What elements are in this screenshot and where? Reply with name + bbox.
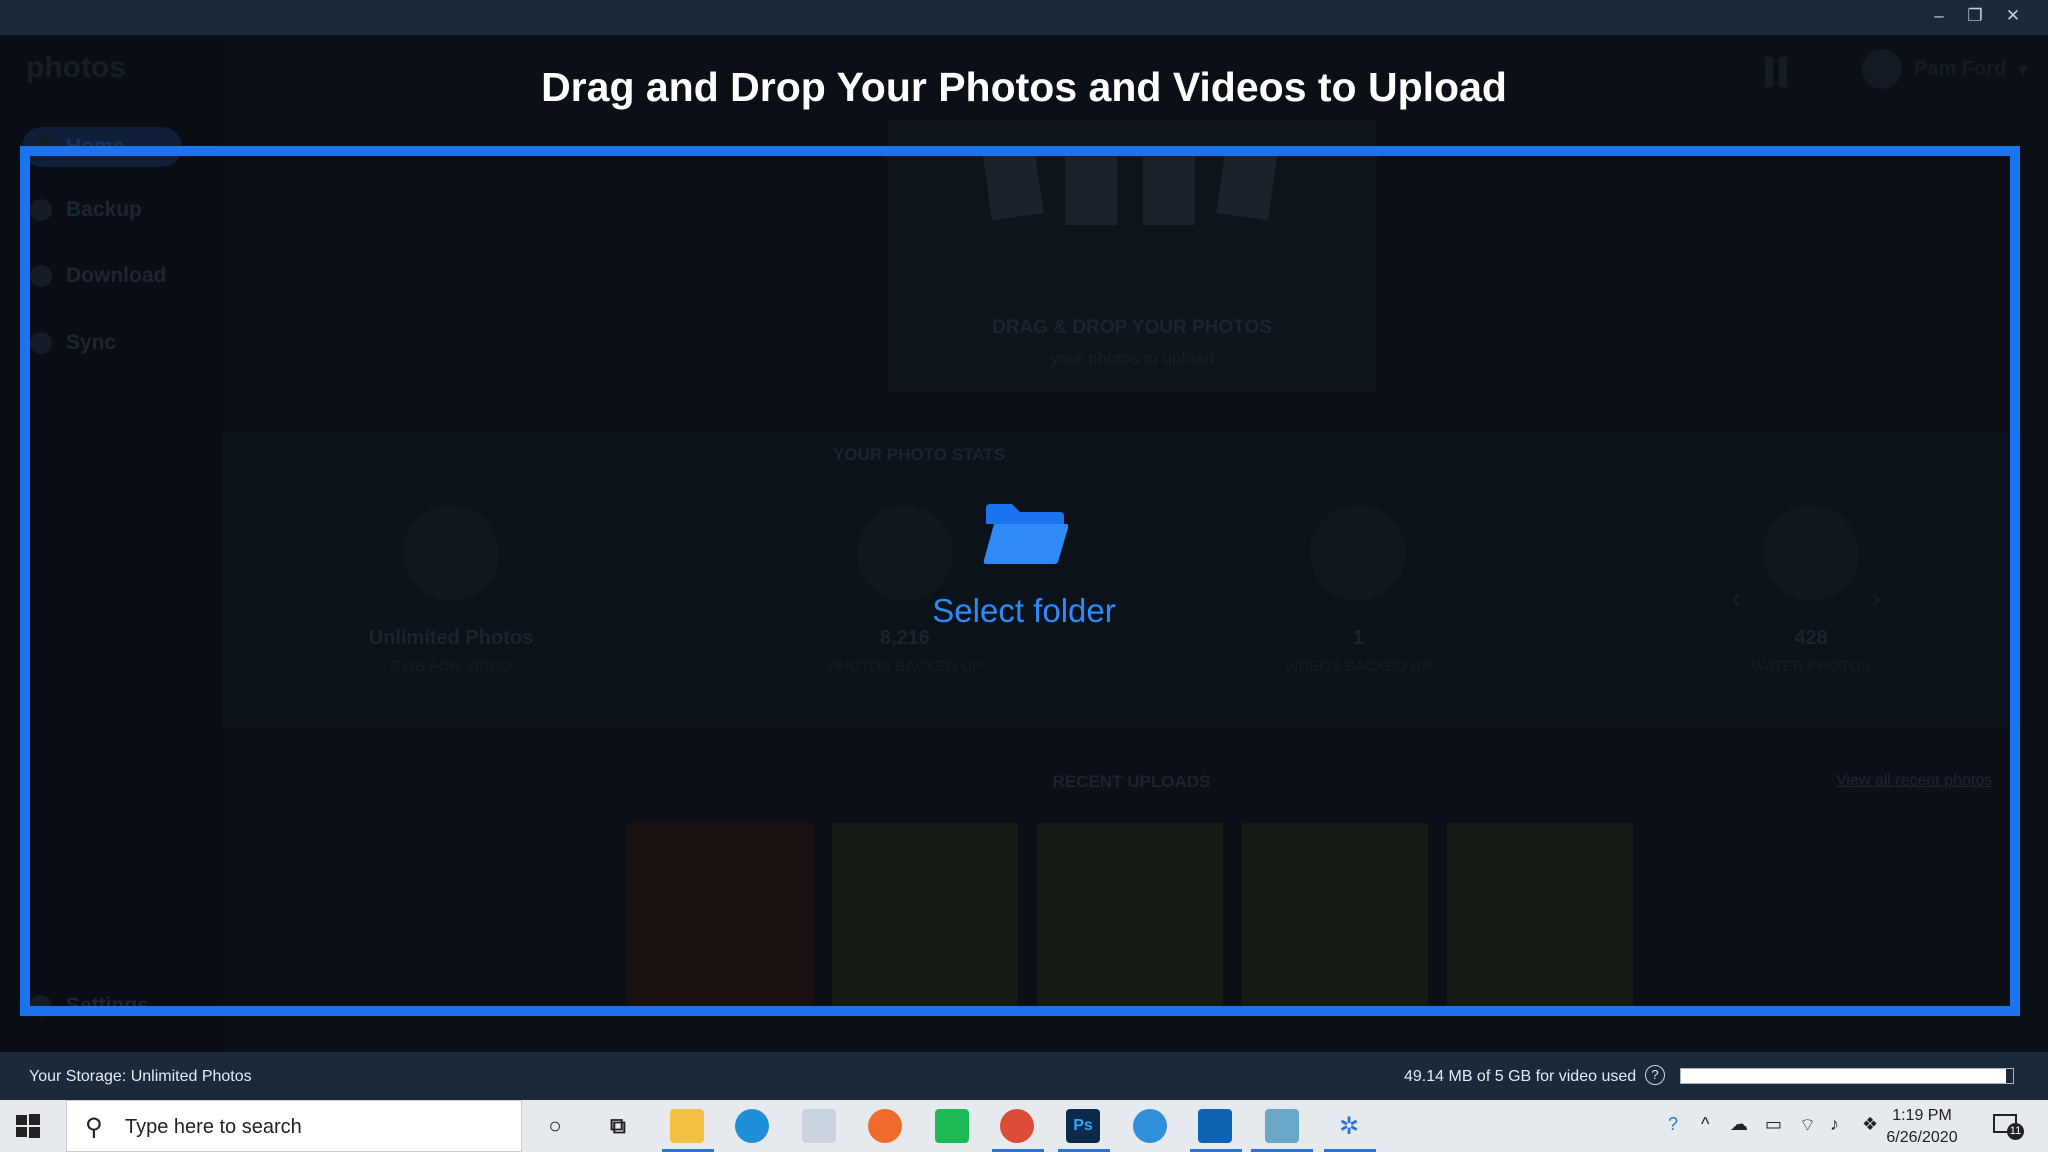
notification-center-icon[interactable]: 11 xyxy=(1992,1112,2024,1140)
clock-time: 1:19 PM xyxy=(1892,1107,1952,1124)
file-explorer-icon[interactable] xyxy=(670,1109,704,1143)
folder-icon[interactable] xyxy=(982,500,1068,566)
help-tray-icon[interactable]: ? xyxy=(1668,1114,1678,1135)
video-usage-bar xyxy=(1680,1068,2014,1084)
edge-icon[interactable] xyxy=(735,1109,769,1143)
video-usage-label: 49.14 MB of 5 GB for video used xyxy=(1404,1068,1637,1085)
close-button[interactable]: ✕ xyxy=(1994,0,2032,32)
storage-label: Your Storage: Unlimited Photos xyxy=(29,1068,252,1085)
overlay-title: Drag and Drop Your Photos and Videos to … xyxy=(541,64,1507,110)
dropbox-icon[interactable]: ❖ xyxy=(1862,1114,1878,1135)
notification-count-badge: 11 xyxy=(2007,1123,2024,1140)
cortana-icon[interactable]: ○ xyxy=(538,1109,572,1143)
notepad-icon[interactable] xyxy=(802,1109,836,1143)
amazon-photos-icon[interactable] xyxy=(1265,1109,1299,1143)
help-icon[interactable]: ? xyxy=(1645,1065,1665,1085)
select-folder-button[interactable]: Select folder xyxy=(0,592,2048,630)
battery-icon[interactable]: ▭ xyxy=(1765,1114,1782,1135)
restore-button[interactable]: ❐ xyxy=(1956,0,1994,32)
pinwheel-app-icon[interactable]: ✲ xyxy=(1332,1109,1366,1143)
onedrive-icon[interactable]: ☁ xyxy=(1730,1114,1748,1135)
chevron-up-icon[interactable]: ^ xyxy=(1701,1114,1709,1135)
clock-date: 6/26/2020 xyxy=(1886,1129,1958,1146)
chrome-icon[interactable] xyxy=(1000,1109,1034,1143)
search-input[interactable]: Type here to search xyxy=(125,1116,302,1139)
wifi-icon[interactable]: ⌔ xyxy=(1799,1114,1816,1137)
photoshop-icon[interactable]: Ps xyxy=(1066,1109,1100,1143)
window-title-bar: – ❐ ✕ xyxy=(0,0,2048,35)
status-bar: Your Storage: Unlimited Photos 49.14 MB … xyxy=(0,1052,2048,1100)
drop-zone[interactable] xyxy=(20,146,2020,1016)
outlook-icon[interactable] xyxy=(1198,1109,1232,1143)
task-view-icon[interactable]: ⧉ xyxy=(601,1109,635,1143)
spotify-icon[interactable] xyxy=(935,1109,969,1143)
internet-explorer-icon[interactable] xyxy=(1133,1109,1167,1143)
video-usage-bar-fill xyxy=(1681,1069,2007,1083)
volume-icon[interactable]: ♪ xyxy=(1830,1114,1839,1135)
search-icon: ⚲ xyxy=(85,1114,103,1141)
windows-start-icon[interactable] xyxy=(14,1112,42,1140)
taskbar-clock[interactable]: 1:19 PM 6/26/2020 xyxy=(1882,1105,1962,1149)
firefox-icon[interactable] xyxy=(868,1109,902,1143)
taskbar-search-box[interactable]: ⚲ Type here to search xyxy=(66,1100,522,1152)
taskbar: ⚲ Type here to search ○ ⧉ Ps ✲ ? ^ ☁ ▭ ⌔… xyxy=(0,1100,2048,1152)
minimize-button[interactable]: – xyxy=(1920,0,1958,32)
